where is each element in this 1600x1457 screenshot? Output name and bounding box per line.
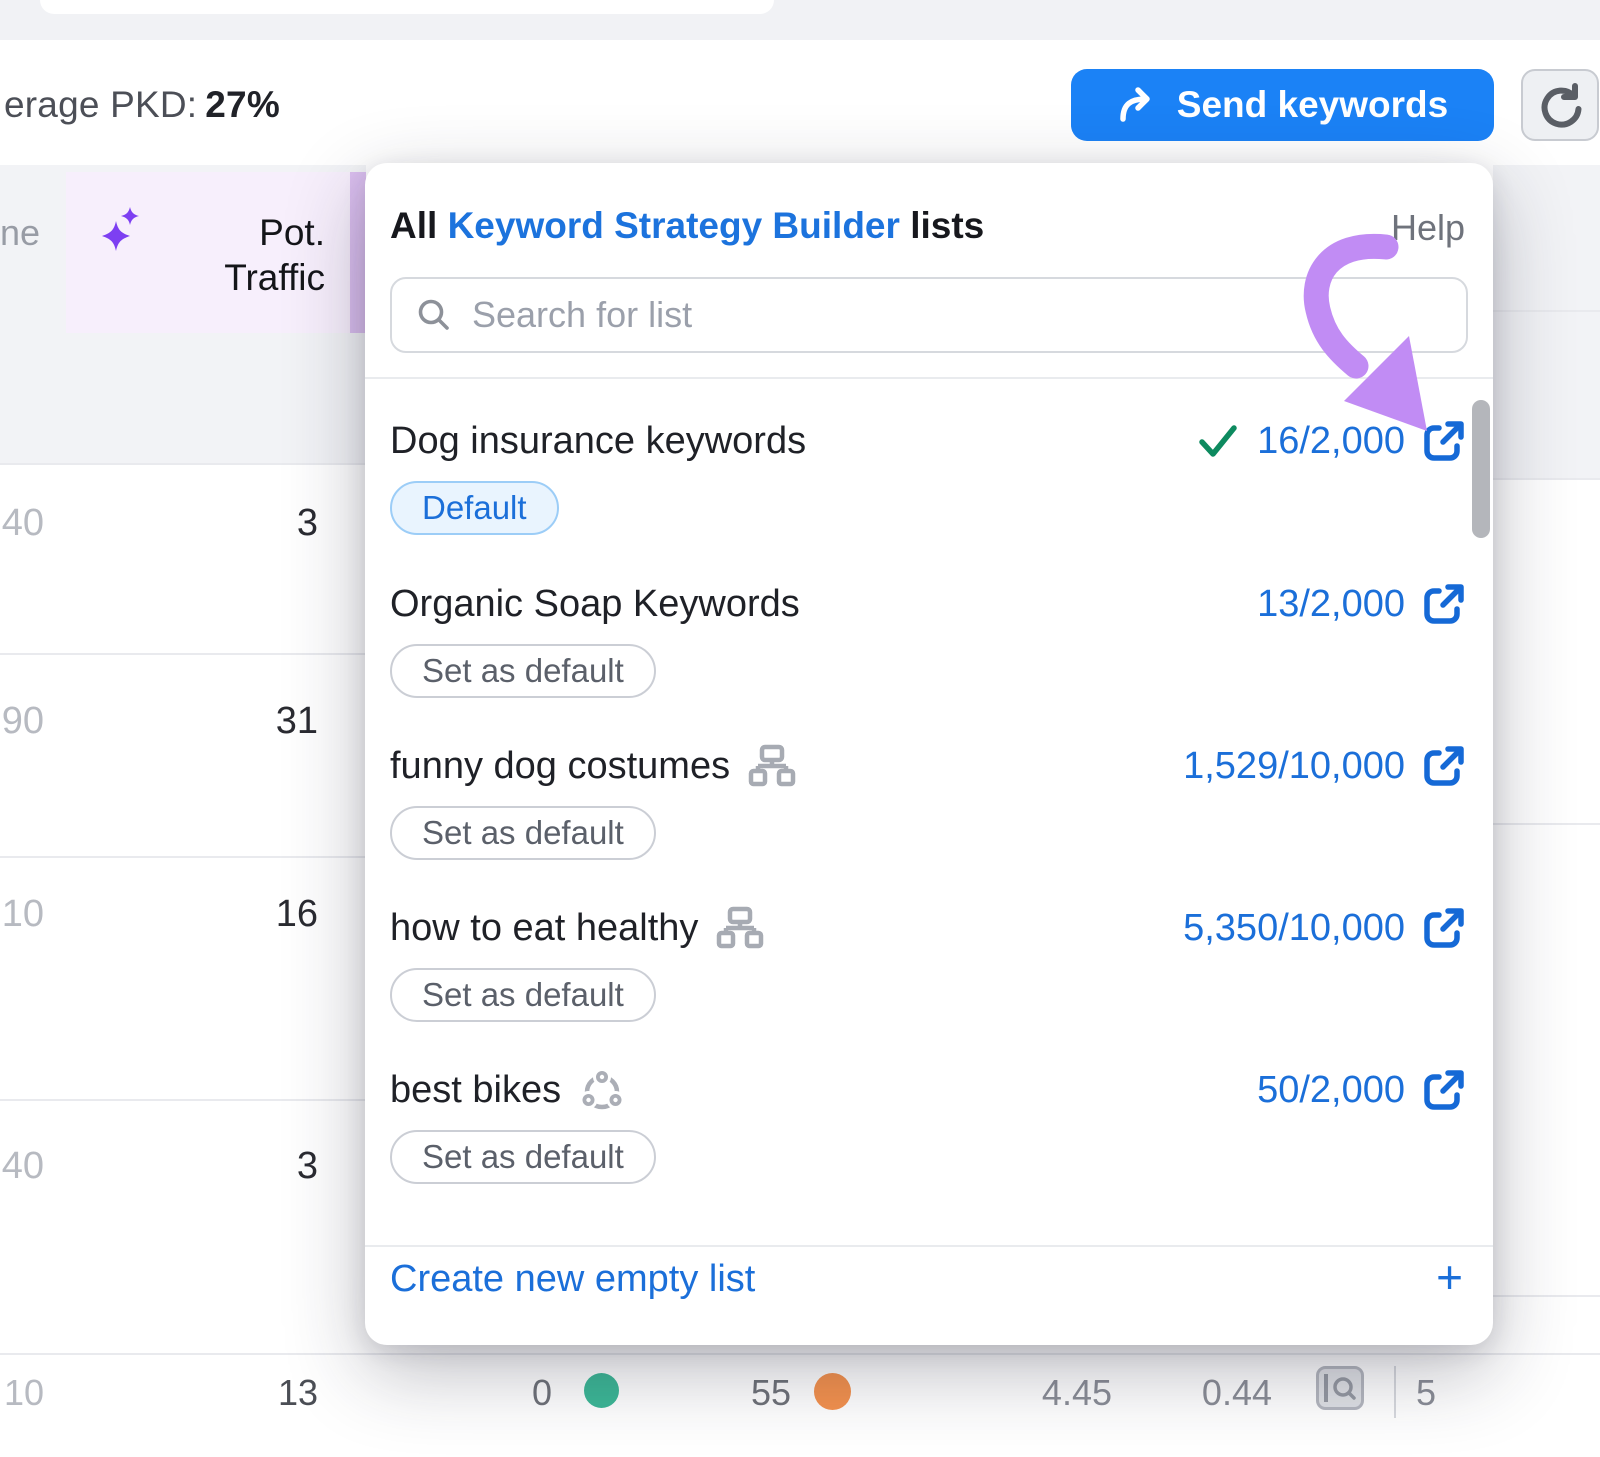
- list-item[interactable]: best bikes 50/2,000: [390, 1064, 1465, 1184]
- external-link-icon[interactable]: [1423, 907, 1465, 949]
- green-score-dot: [584, 1373, 619, 1408]
- list-count-link[interactable]: 50/2,000: [1257, 1069, 1405, 1112]
- scrollbar-thumb[interactable]: [1472, 400, 1490, 538]
- list-count-link[interactable]: 16/2,000: [1257, 420, 1405, 463]
- row-separator: [0, 463, 366, 465]
- check-icon: [1197, 423, 1239, 459]
- orange-score-dot: [814, 1373, 851, 1410]
- share-arrow-icon: [1117, 87, 1157, 123]
- pot-traffic-cell: 31: [200, 700, 318, 743]
- dropdown-title: All Keyword Strategy Builder lists: [390, 205, 984, 247]
- list-count-link[interactable]: 5,350/10,000: [1183, 907, 1405, 950]
- external-link-icon[interactable]: [1423, 583, 1465, 625]
- panel-divider: [365, 377, 1493, 379]
- set-as-default-button[interactable]: Set as default: [390, 644, 656, 698]
- default-badge: Default: [390, 481, 559, 535]
- search-icon: [416, 297, 452, 333]
- create-new-list-link[interactable]: Create new empty list: [390, 1258, 755, 1301]
- keyword-strategy-builder-link[interactable]: Keyword Strategy Builder: [448, 205, 900, 246]
- plus-icon[interactable]: +: [1436, 1251, 1463, 1303]
- row-separator: [1493, 310, 1600, 312]
- list-count-link[interactable]: 1,529/10,000: [1183, 745, 1405, 788]
- list-name: how to eat healthy: [390, 907, 698, 950]
- results-cell: 5: [1416, 1372, 1476, 1414]
- volume-cell: 10: [0, 893, 44, 936]
- list-item[interactable]: Dog insurance keywords 16/2,000 Default: [390, 415, 1465, 535]
- list-item[interactable]: how to eat healthy 5,350/10,000: [390, 902, 1465, 1022]
- external-link-icon[interactable]: [1423, 1069, 1465, 1111]
- ksb-lists-dropdown: All Keyword Strategy Builder lists Help …: [365, 163, 1493, 1345]
- volume-cell: 40: [0, 502, 44, 545]
- pot-traffic-cell: 3: [200, 1145, 318, 1188]
- column-highlight-edge: [350, 172, 366, 333]
- external-link-icon[interactable]: [1423, 745, 1465, 787]
- metric-cell: 0: [472, 1372, 552, 1414]
- set-as-default-button[interactable]: Set as default: [390, 968, 656, 1022]
- set-as-default-button[interactable]: Set as default: [390, 806, 656, 860]
- row-separator: [1493, 823, 1600, 825]
- search-input[interactable]: [472, 294, 1442, 336]
- refresh-icon: [1537, 82, 1583, 128]
- column-header-partial: ne: [0, 212, 40, 254]
- list-name: Dog insurance keywords: [390, 420, 806, 463]
- refresh-button[interactable]: [1521, 69, 1599, 141]
- row-separator: [1493, 1295, 1600, 1297]
- table-right-edge: [1493, 165, 1600, 478]
- row-separator: [0, 653, 366, 655]
- com-cell: 0.44: [1172, 1372, 1272, 1414]
- list-name: best bikes: [390, 1069, 561, 1112]
- list-name: Organic Soap Keywords: [390, 583, 800, 626]
- help-link[interactable]: Help: [1391, 207, 1465, 249]
- panel-divider: [365, 1245, 1493, 1247]
- ai-sparkles-icon: [92, 202, 140, 254]
- sitemap-icon: [716, 906, 764, 950]
- metric-cell: 55: [691, 1372, 791, 1414]
- cluster-icon: [579, 1067, 625, 1113]
- top-card-notch: [40, 0, 774, 14]
- row-separator: [0, 856, 366, 858]
- row-separator: [0, 1353, 1600, 1355]
- volume-cell: 90: [0, 700, 44, 743]
- cpc-cell: 4.45: [1012, 1372, 1112, 1414]
- volume-cell: 10: [0, 1372, 44, 1414]
- pot-traffic-cell: 3: [200, 502, 318, 545]
- avg-pkd-value: 27%: [205, 84, 280, 125]
- list-count-link[interactable]: 13/2,000: [1257, 583, 1405, 626]
- send-keywords-button[interactable]: Send keywords: [1071, 69, 1494, 141]
- pot-traffic-column-header[interactable]: Pot. Traffic: [160, 210, 325, 300]
- row-separator: [1493, 478, 1600, 480]
- external-link-icon[interactable]: [1423, 420, 1465, 462]
- send-keywords-label: Send keywords: [1177, 84, 1448, 126]
- list-item[interactable]: funny dog costumes 1,529/10,000: [390, 740, 1465, 860]
- list-search-box[interactable]: [390, 277, 1468, 353]
- volume-cell: 40: [0, 1145, 44, 1188]
- serp-features-icon[interactable]: [1316, 1366, 1364, 1410]
- list-name: funny dog costumes: [390, 745, 730, 788]
- table-right-edge: [1493, 478, 1600, 1353]
- list-item[interactable]: Organic Soap Keywords 13/2,000 Set as de…: [390, 578, 1465, 698]
- average-pkd-stat: erage PKD:27%: [4, 84, 280, 126]
- row-separator: [0, 1099, 366, 1101]
- sitemap-icon: [748, 744, 796, 788]
- pot-traffic-cell: 16: [200, 893, 318, 936]
- cell-divider: [1394, 1366, 1396, 1418]
- set-as-default-button[interactable]: Set as default: [390, 1130, 656, 1184]
- pot-traffic-cell: 13: [200, 1372, 318, 1414]
- avg-pkd-label: erage PKD:: [4, 84, 197, 125]
